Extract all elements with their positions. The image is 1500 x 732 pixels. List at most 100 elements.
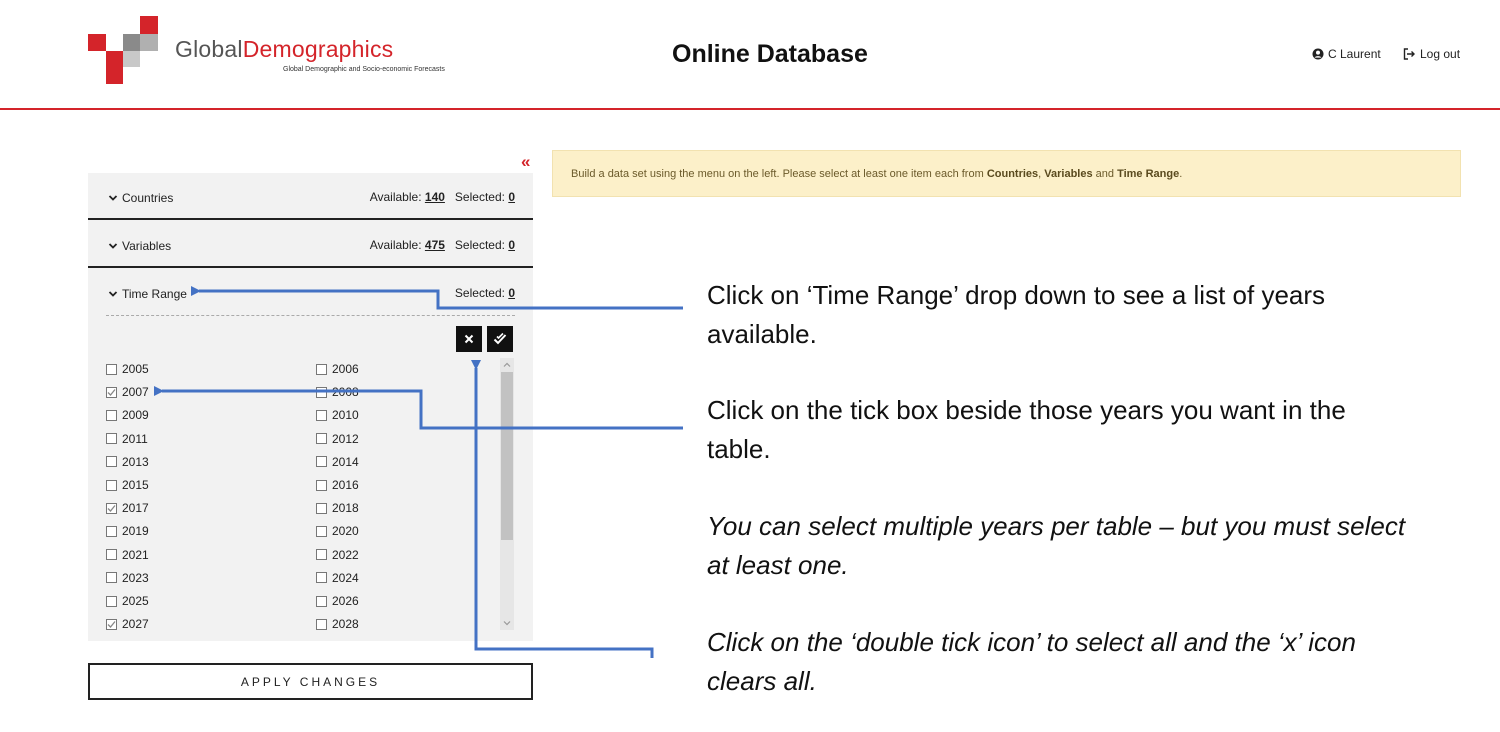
year-checkbox[interactable] [106, 618, 117, 630]
year-label: 2025 [122, 594, 149, 608]
user-menu[interactable]: C Laurent [1312, 47, 1381, 61]
year-option-2015[interactable]: 2015 [106, 478, 149, 492]
countries-available-label: Available: [369, 190, 422, 204]
year-option-2017[interactable]: 2017 [106, 501, 149, 515]
brand-tagline: Global Demographic and Socio-economic Fo… [283, 66, 445, 73]
year-checkbox[interactable] [316, 433, 327, 445]
year-checkbox[interactable] [316, 595, 327, 607]
year-checkbox[interactable] [316, 386, 327, 398]
year-option-2023[interactable]: 2023 [106, 571, 149, 585]
year-option-2020[interactable]: 2020 [316, 524, 359, 538]
year-option-2024[interactable]: 2024 [316, 571, 359, 585]
year-checkbox[interactable] [106, 525, 117, 537]
close-icon [464, 334, 474, 344]
select-all-button[interactable] [487, 326, 513, 352]
year-checkbox[interactable] [316, 572, 327, 584]
year-checkbox[interactable] [316, 409, 327, 421]
year-option-2007[interactable]: 2007 [106, 385, 149, 399]
divider [106, 315, 515, 316]
year-checkbox[interactable] [106, 409, 117, 421]
brand-name-part2: Demographics [242, 36, 394, 62]
year-label: 2019 [122, 524, 149, 539]
year-checkbox[interactable] [316, 363, 327, 375]
year-label: 2028 [332, 617, 359, 632]
brand-logo-icon [88, 16, 158, 84]
year-checkbox[interactable] [316, 549, 327, 561]
year-label: 2024 [332, 570, 359, 585]
year-option-2026[interactable]: 2026 [316, 594, 359, 608]
variables-label: Variables [122, 239, 172, 253]
year-option-2013[interactable]: 2013 [106, 455, 149, 469]
annotation-time-range: Click on ‘Time Range’ drop down to see a… [707, 280, 1326, 349]
year-checkbox[interactable] [316, 618, 327, 630]
alert-item-variables: Variables [1044, 168, 1093, 180]
year-checkbox[interactable] [106, 433, 117, 445]
year-option-2011[interactable]: 2011 [106, 432, 148, 446]
logout-label: Log out [1420, 47, 1461, 61]
year-option-2021[interactable]: 2021 [106, 548, 149, 562]
year-label: 2014 [332, 454, 359, 469]
year-option-2027[interactable]: 2027 [106, 617, 149, 631]
year-option-2012[interactable]: 2012 [316, 432, 359, 446]
collapse-sidebar-button[interactable]: « [521, 152, 530, 172]
section-time-range[interactable]: Time Range Selected: 0 [88, 269, 533, 316]
chevron-up-icon[interactable] [503, 361, 511, 369]
year-checkbox[interactable] [106, 595, 117, 607]
countries-counts: Available: 140 Selected: 0 [370, 190, 515, 204]
year-label: 2013 [122, 454, 149, 469]
year-checkbox[interactable] [106, 456, 117, 468]
logout-link[interactable]: Log out [1403, 47, 1460, 61]
year-label: 2027 [122, 617, 149, 632]
year-option-2010[interactable]: 2010 [316, 408, 359, 422]
year-option-2025[interactable]: 2025 [106, 594, 149, 608]
alert-sep2: and [1092, 168, 1118, 180]
year-option-2008[interactable]: 2008 [316, 385, 359, 399]
apply-changes-button[interactable]: APPLY CHANGES [88, 663, 533, 700]
user-name: C Laurent [1328, 47, 1381, 61]
year-option-2028[interactable]: 2028 [316, 617, 359, 631]
year-option-2022[interactable]: 2022 [316, 548, 359, 562]
year-option-2005[interactable]: 2005 [106, 362, 149, 376]
year-option-2019[interactable]: 2019 [106, 524, 149, 538]
year-checkbox[interactable] [106, 549, 117, 561]
year-label: 2017 [122, 501, 149, 516]
year-checkbox[interactable] [106, 502, 117, 514]
section-countries[interactable]: Countries Available: 140 Selected: 0 [88, 173, 533, 220]
year-checkbox[interactable] [106, 363, 117, 375]
year-option-2016[interactable]: 2016 [316, 478, 359, 492]
year-label: 2006 [332, 362, 359, 376]
countries-available-count: 140 [424, 190, 445, 204]
year-option-2018[interactable]: 2018 [316, 501, 359, 515]
brand-name-part1: Global [175, 36, 243, 62]
year-checkbox[interactable] [106, 479, 117, 491]
year-label: 2009 [122, 408, 149, 423]
scrollbar-thumb[interactable] [501, 372, 513, 540]
chevron-down-icon[interactable] [503, 619, 511, 627]
year-option-2014[interactable]: 2014 [316, 455, 359, 469]
annotation-multiple-years: You can select multiple years per table … [707, 511, 1406, 580]
year-label: 2005 [122, 362, 149, 376]
year-label: 2011 [122, 431, 148, 446]
year-checkbox[interactable] [106, 572, 117, 584]
year-option-2009[interactable]: 2009 [106, 408, 149, 422]
year-checkbox[interactable] [316, 502, 327, 514]
year-checkbox[interactable] [316, 479, 327, 491]
filter-panel: Countries Available: 140 Selected: 0 Var… [88, 173, 533, 641]
alert-suffix: . [1179, 168, 1183, 180]
page-root: GlobalDemographics Global Demographic an… [0, 0, 1500, 732]
clear-all-button[interactable] [456, 326, 482, 352]
year-checkbox[interactable] [316, 456, 327, 468]
check-icon [107, 388, 116, 396]
chevron-down-icon [108, 243, 118, 249]
variables-available-label: Available: [369, 238, 422, 252]
year-option-2006[interactable]: 2006 [316, 362, 359, 376]
year-label: 2012 [332, 431, 359, 446]
year-label: 2008 [332, 385, 359, 400]
section-variables[interactable]: Variables Available: 475 Selected: 0 [88, 221, 533, 268]
year-label: 2021 [122, 547, 149, 562]
year-list-scrollbar[interactable] [500, 358, 514, 630]
year-checkbox[interactable] [316, 525, 327, 537]
year-checkbox[interactable] [106, 386, 117, 398]
check-icon [107, 620, 116, 628]
user-circle-icon [1312, 48, 1324, 60]
